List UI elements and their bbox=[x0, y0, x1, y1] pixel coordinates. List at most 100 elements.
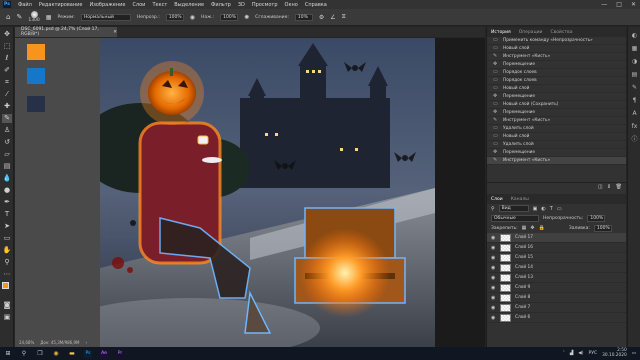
path-select-tool-icon[interactable]: ➤ bbox=[2, 222, 12, 231]
history-item[interactable]: ▭ Новый слой bbox=[487, 85, 626, 93]
swatches-panel-icon[interactable]: ▦ bbox=[630, 44, 639, 53]
healing-tool-icon[interactable]: ✚ bbox=[2, 102, 12, 111]
windows-start-icon[interactable]: ⊞ bbox=[4, 350, 12, 358]
search-icon[interactable]: ⚲ bbox=[20, 350, 28, 358]
history-item[interactable]: ✎ Инструмент «Кисть» bbox=[487, 53, 626, 61]
canvas[interactable] bbox=[100, 38, 485, 347]
color-panel-icon[interactable]: ◐ bbox=[630, 31, 639, 40]
notifications-icon[interactable]: ▭ bbox=[632, 351, 636, 356]
tray-arrow-icon[interactable]: ˄ bbox=[563, 351, 565, 356]
screen-mode-icon[interactable]: ▣ bbox=[2, 313, 12, 322]
filter-image-icon[interactable]: ▣ bbox=[533, 206, 538, 212]
menu-window[interactable]: Окно bbox=[285, 2, 298, 8]
photoshop-taskbar-icon[interactable]: Ps bbox=[84, 349, 92, 358]
info-panel-icon[interactable]: ⓘ bbox=[630, 135, 639, 144]
blend-mode-select[interactable]: Обычные bbox=[491, 214, 539, 222]
eye-icon[interactable]: ◉ bbox=[491, 315, 496, 321]
volume-icon[interactable]: ◀) bbox=[578, 351, 583, 356]
libraries-panel-icon[interactable]: ▤ bbox=[630, 70, 639, 79]
menu-layers[interactable]: Слои bbox=[132, 2, 145, 8]
layer-row[interactable]: ◉ Слой 8 bbox=[487, 293, 626, 303]
blur-tool-icon[interactable]: 💧 bbox=[2, 174, 12, 183]
minimize-button[interactable]: — bbox=[601, 1, 607, 8]
history-item[interactable]: ▭ Порядок слоев bbox=[487, 69, 626, 77]
menu-select[interactable]: Выделение bbox=[174, 2, 204, 8]
eye-icon[interactable]: ◉ bbox=[491, 285, 496, 291]
foreground-color[interactable] bbox=[2, 282, 9, 289]
flow-field[interactable]: 100% bbox=[220, 13, 239, 21]
history-item[interactable]: ✎ Инструмент «Кисть» bbox=[487, 117, 626, 125]
layer-row-selected[interactable]: ◉ Слой 17 bbox=[487, 233, 626, 243]
filter-shape-icon[interactable]: ▭ bbox=[557, 206, 562, 212]
close-tab-icon[interactable]: ✕ bbox=[113, 30, 117, 35]
quick-select-tool-icon[interactable]: ✐ bbox=[2, 66, 12, 75]
move-tool-icon[interactable]: ✥ bbox=[2, 30, 12, 39]
clock[interactable]: 2:50 30.10.2020 bbox=[602, 348, 627, 358]
menu-edit[interactable]: Редактирование bbox=[39, 2, 83, 8]
airbrush-icon[interactable]: ✺ bbox=[244, 14, 249, 21]
layer-row[interactable]: ◉ Слой 9 bbox=[487, 283, 626, 293]
menu-help[interactable]: Справка bbox=[305, 2, 327, 8]
menu-image[interactable]: Изображение bbox=[89, 2, 125, 8]
more-tools-icon[interactable]: ⋯ bbox=[2, 270, 12, 279]
network-icon[interactable]: ▟ bbox=[570, 351, 573, 356]
layer-row[interactable]: ◉ Слой 13 bbox=[487, 273, 626, 283]
history-brush-tool-icon[interactable]: ↺ bbox=[2, 138, 12, 147]
marquee-tool-icon[interactable]: ⬚ bbox=[2, 42, 12, 51]
eyedropper-tool-icon[interactable]: ⁄ bbox=[2, 90, 12, 99]
eye-icon[interactable]: ◉ bbox=[491, 265, 496, 271]
tab-layers[interactable]: Слои bbox=[491, 197, 503, 202]
layer-row[interactable]: ◉ Слой 16 bbox=[487, 243, 626, 253]
snapshot-icon[interactable]: ◫ bbox=[598, 184, 603, 190]
eye-icon[interactable]: ◉ bbox=[491, 295, 496, 301]
filter-adjust-icon[interactable]: ◐ bbox=[541, 206, 545, 212]
lasso-tool-icon[interactable]: ℓ bbox=[2, 54, 12, 63]
filter-type-icon[interactable]: T bbox=[550, 206, 553, 212]
brush-settings-icon[interactable]: ▦ bbox=[46, 14, 52, 21]
menu-type[interactable]: Текст bbox=[152, 2, 167, 8]
history-item[interactable]: ▭ Порядок слоев bbox=[487, 77, 626, 85]
photoshop-logo-icon[interactable]: Ps bbox=[3, 1, 11, 8]
close-button[interactable]: ✕ bbox=[631, 1, 636, 8]
eye-icon[interactable]: ◉ bbox=[491, 305, 496, 311]
lock-pixels-icon[interactable]: ▦ bbox=[522, 225, 527, 231]
brush-tool-icon-active[interactable]: ✎ bbox=[2, 114, 12, 123]
maximize-button[interactable]: □ bbox=[616, 1, 622, 8]
history-item[interactable]: ✥ Перемещение bbox=[487, 109, 626, 117]
layer-row[interactable]: ◉ Слой 6 bbox=[487, 313, 626, 323]
camera-icon[interactable]: ⌷ bbox=[608, 184, 611, 190]
layer-row[interactable]: ◉ Слой 7 bbox=[487, 303, 626, 313]
history-item[interactable]: ✥ Перемещение bbox=[487, 149, 626, 157]
shape-tool-icon[interactable]: ▭ bbox=[2, 234, 12, 243]
quick-mask-icon[interactable]: ◙ bbox=[2, 301, 12, 310]
ae-taskbar-icon[interactable]: Ae bbox=[100, 349, 108, 358]
eye-icon[interactable]: ◉ bbox=[491, 235, 496, 241]
mode-select[interactable]: Нормальный bbox=[80, 13, 131, 21]
history-item[interactable]: ▭ Новый слой bbox=[487, 133, 626, 141]
home-icon[interactable]: ⌂ bbox=[6, 13, 10, 21]
history-item[interactable]: ▭ Новый слой (Сохранить) bbox=[487, 101, 626, 109]
history-item-selected[interactable]: ✎ Инструмент «Кисть» bbox=[487, 157, 626, 165]
lock-all-icon[interactable]: 🔒 bbox=[539, 225, 545, 231]
pen-tool-icon[interactable]: ✒ bbox=[2, 198, 12, 207]
styles-panel-icon[interactable]: fx bbox=[630, 122, 639, 131]
chrome-icon[interactable]: ◉ bbox=[52, 350, 60, 358]
character-panel-icon[interactable]: A bbox=[630, 109, 639, 118]
layer-opacity-field[interactable]: 100% bbox=[587, 214, 606, 222]
adjustments-panel-icon[interactable]: ◑ bbox=[630, 57, 639, 66]
eye-icon[interactable]: ◉ bbox=[491, 245, 496, 251]
smoothing-field[interactable]: 10% bbox=[294, 13, 313, 21]
fill-field[interactable]: 100% bbox=[593, 224, 612, 232]
explorer-icon[interactable]: ▬ bbox=[68, 350, 76, 358]
symmetry-icon[interactable]: ⧖ bbox=[342, 13, 346, 21]
eraser-tool-icon[interactable]: ▱ bbox=[2, 150, 12, 159]
brush-preset-picker[interactable]: 1300 bbox=[28, 11, 40, 23]
crop-tool-icon[interactable]: ⌗ bbox=[2, 78, 12, 87]
trash-icon[interactable]: 🗑 bbox=[616, 184, 622, 190]
smoothing-options-icon[interactable]: ⚙ bbox=[319, 14, 324, 21]
brush-tool-icon[interactable]: ✎ bbox=[16, 13, 22, 21]
eye-icon[interactable]: ◉ bbox=[491, 275, 496, 281]
tab-properties[interactable]: Свойства bbox=[550, 30, 572, 35]
history-item[interactable]: ✥ Перемещение bbox=[487, 93, 626, 101]
tab-history[interactable]: История bbox=[491, 30, 511, 35]
